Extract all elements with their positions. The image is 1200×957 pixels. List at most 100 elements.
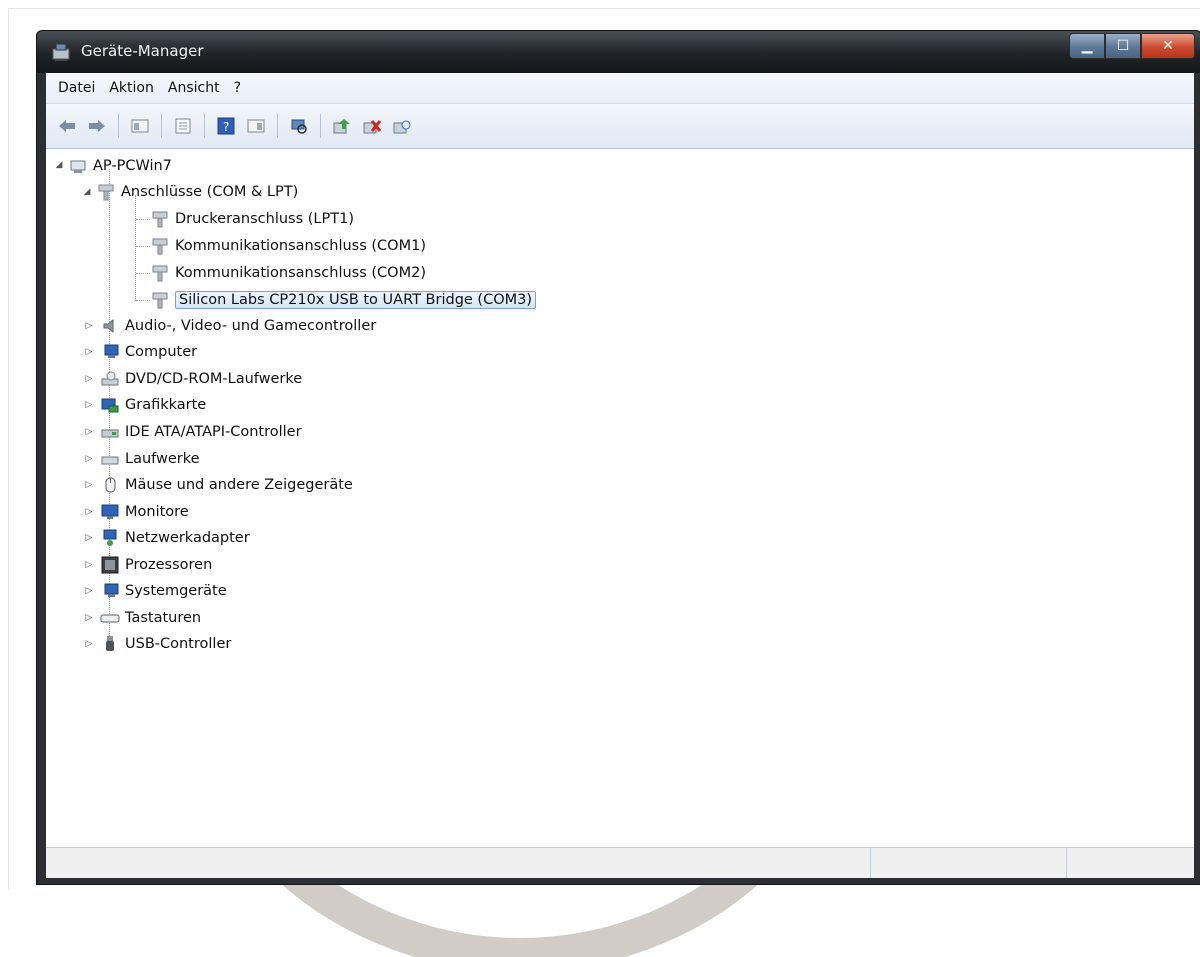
computer-root-icon xyxy=(68,156,88,176)
port-icon xyxy=(96,182,116,202)
forward-icon[interactable] xyxy=(86,115,108,137)
expander-ide[interactable]: ▷ xyxy=(84,427,94,437)
usb-icon xyxy=(100,634,120,654)
scan-hardware-icon[interactable] xyxy=(288,115,310,137)
menu-aktion[interactable]: Aktion xyxy=(105,80,164,96)
tree-category-mice[interactable]: Mäuse und andere Zeigegeräte xyxy=(100,474,353,496)
expander-monitors[interactable]: ▷ xyxy=(84,507,94,517)
expander-usb[interactable]: ▷ xyxy=(84,639,94,649)
tree-root-label: AP-PCWin7 xyxy=(93,158,172,174)
tree-category-keyboards[interactable]: Tastaturen xyxy=(100,607,201,629)
disable-icon[interactable] xyxy=(391,115,413,137)
device-tree: ◢ AP-PCWin7 ◢ Anschlüsse (COM & LPT) Dru… xyxy=(46,149,1194,848)
system-device-icon xyxy=(100,581,120,601)
category-label: Mäuse und andere Zeigegeräte xyxy=(125,477,353,493)
tree-category-usb[interactable]: USB-Controller xyxy=(100,633,231,655)
tree-connector xyxy=(136,300,150,301)
tree-device-com2[interactable]: Kommunikationsanschluss (COM2) xyxy=(150,262,426,284)
device-manager-icon xyxy=(51,41,73,63)
tree-category-audio[interactable]: Audio-, Video- und Gamecontroller xyxy=(100,315,376,337)
tree-category-drives[interactable]: Laufwerke xyxy=(100,448,200,470)
port-icon xyxy=(150,290,170,310)
expander-audio[interactable]: ▷ xyxy=(84,321,94,331)
tree-category-network[interactable]: Netzwerkadapter xyxy=(100,527,250,549)
port-icon xyxy=(150,236,170,256)
expander-ports[interactable]: ◢ xyxy=(82,187,92,197)
category-label: Prozessoren xyxy=(125,557,213,573)
tree-category-processors[interactable]: Prozessoren xyxy=(100,554,212,576)
toolbar-separator xyxy=(161,114,162,138)
device-label: Kommunikationsanschluss (COM1) xyxy=(175,238,426,254)
update-driver-icon[interactable] xyxy=(331,115,353,137)
status-bar xyxy=(46,847,1194,878)
tree-device-lpt1[interactable]: Druckeranschluss (LPT1) xyxy=(150,208,354,230)
port-icon xyxy=(150,209,170,229)
expander-keyboards[interactable]: ▷ xyxy=(84,613,94,623)
expander-root[interactable]: ◢ xyxy=(54,160,64,170)
tree-connector xyxy=(136,246,150,247)
expander-drives[interactable]: ▷ xyxy=(84,454,94,464)
window-title: Geräte-Manager xyxy=(81,42,204,60)
tree-connector xyxy=(136,219,150,220)
tree-category-computer[interactable]: Computer xyxy=(100,341,197,363)
minimize-icon: ▁ xyxy=(1081,38,1093,54)
title-bar[interactable]: Geräte-Manager ▁ ☐ ✕ xyxy=(37,31,1200,73)
minimize-button[interactable]: ▁ xyxy=(1069,33,1105,59)
category-label: Monitore xyxy=(125,504,189,520)
menu-ansicht[interactable]: Ansicht xyxy=(164,80,230,96)
keyboard-icon xyxy=(100,608,120,628)
show-hide-console-tree-icon[interactable] xyxy=(129,115,151,137)
toolbar-separator xyxy=(204,114,205,138)
tree-device-com3-selected[interactable]: Silicon Labs CP210x USB to UART Bridge (… xyxy=(150,289,537,311)
action-pane-icon[interactable] xyxy=(245,115,267,137)
device-label: Kommunikationsanschluss (COM2) xyxy=(175,265,426,281)
toolbar-separator xyxy=(277,114,278,138)
device-label: Silicon Labs CP210x USB to UART Bridge (… xyxy=(175,291,537,309)
display-adapter-icon xyxy=(100,395,120,415)
category-label: USB-Controller xyxy=(125,636,232,652)
close-button[interactable]: ✕ xyxy=(1141,33,1195,59)
tree-category-system[interactable]: Systemgeräte xyxy=(100,580,227,602)
menu-help[interactable]: ? xyxy=(230,80,251,96)
close-icon: ✕ xyxy=(1162,38,1174,54)
tree-category-dvd[interactable]: DVD/CD-ROM-Laufwerke xyxy=(100,368,302,390)
tree-category-graphics[interactable]: Grafikkarte xyxy=(100,394,206,416)
status-separator xyxy=(870,848,871,878)
category-label: Netzwerkadapter xyxy=(125,530,250,546)
category-label: Audio-, Video- und Gamecontroller xyxy=(125,318,377,334)
expander-dvd[interactable]: ▷ xyxy=(84,374,94,384)
tree-device-com1[interactable]: Kommunikationsanschluss (COM1) xyxy=(150,235,426,257)
tree-root[interactable]: AP-PCWin7 xyxy=(68,155,172,177)
category-label: Anschlüsse (COM & LPT) xyxy=(121,184,299,200)
uninstall-icon[interactable] xyxy=(361,115,383,137)
client-area: Datei Aktion Ansicht ? ? ◢ AP-PCWin7 ◢ A… xyxy=(46,73,1194,878)
properties-icon[interactable] xyxy=(172,115,194,137)
tree-category-ports[interactable]: Anschlüsse (COM & LPT) xyxy=(96,181,298,203)
expander-network[interactable]: ▷ xyxy=(84,533,94,543)
expander-computer[interactable]: ▷ xyxy=(84,347,94,357)
menu-datei[interactable]: Datei xyxy=(54,80,105,96)
toolbar: ? xyxy=(46,104,1194,149)
ide-controller-icon xyxy=(100,422,120,442)
toolbar-separator xyxy=(320,114,321,138)
expander-mice[interactable]: ▷ xyxy=(84,480,94,490)
computer-icon xyxy=(100,342,120,362)
monitor-icon xyxy=(100,502,120,522)
status-separator xyxy=(1066,848,1067,878)
tree-category-ide[interactable]: IDE ATA/ATAPI-Controller xyxy=(100,421,302,443)
expander-processors[interactable]: ▷ xyxy=(84,560,94,570)
tree-category-monitors[interactable]: Monitore xyxy=(100,501,189,523)
back-icon[interactable] xyxy=(56,115,78,137)
speaker-icon xyxy=(100,316,120,336)
expander-system[interactable]: ▷ xyxy=(84,586,94,596)
category-label: IDE ATA/ATAPI-Controller xyxy=(125,424,302,440)
device-label: Druckeranschluss (LPT1) xyxy=(175,211,354,227)
mouse-icon xyxy=(100,475,120,495)
network-adapter-icon xyxy=(100,528,120,548)
expander-graphics[interactable]: ▷ xyxy=(84,400,94,410)
device-manager-window: Geräte-Manager ▁ ☐ ✕ Datei Aktion Ansich… xyxy=(36,30,1200,885)
maximize-button[interactable]: ☐ xyxy=(1105,33,1141,59)
toolbar-separator xyxy=(118,114,119,138)
maximize-icon: ☐ xyxy=(1116,38,1130,54)
help-icon[interactable]: ? xyxy=(215,115,237,137)
